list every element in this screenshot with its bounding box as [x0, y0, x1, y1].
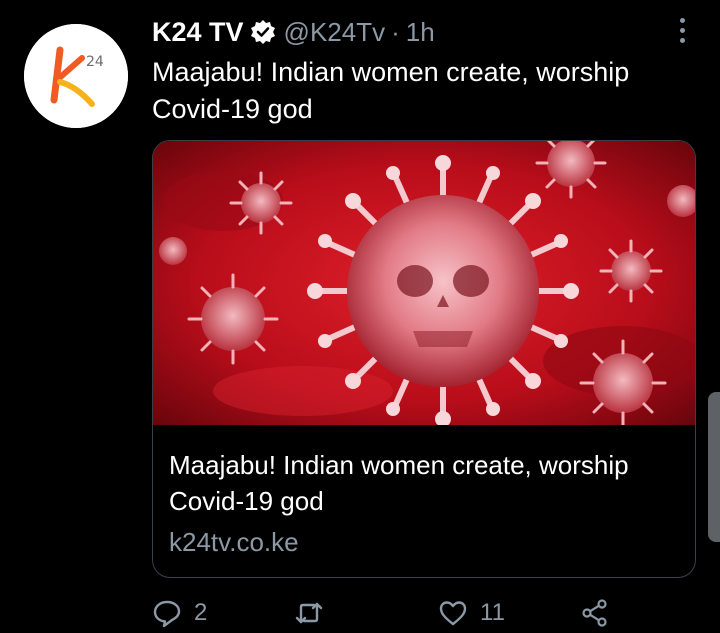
scrollbar-handle[interactable] — [708, 392, 720, 542]
reply-icon — [153, 600, 181, 628]
more-options-icon[interactable] — [678, 18, 686, 46]
share-button[interactable] — [580, 598, 610, 628]
share-icon — [582, 599, 607, 627]
coronavirus-image-icon — [153, 141, 695, 425]
card-image[interactable] — [153, 141, 695, 425]
verified-badge-icon — [250, 19, 276, 45]
like-button[interactable]: 11 — [438, 598, 505, 628]
timestamp[interactable]: 1h — [406, 17, 435, 48]
avatar[interactable]: 24 — [24, 24, 128, 128]
reply-count: 2 — [194, 599, 208, 626]
card-title: Maajabu! Indian women create, worship Co… — [169, 450, 629, 516]
like-count: 11 — [480, 599, 505, 626]
reply-button[interactable]: 2 — [152, 598, 207, 628]
link-card[interactable]: Maajabu! Indian women create, worship Co… — [152, 140, 696, 578]
separator-dot: · — [391, 16, 400, 47]
k24-logo-icon: 24 — [24, 24, 128, 128]
svg-text:24: 24 — [86, 54, 104, 70]
tweet-text: Maajabu! Indian women create, worship Co… — [152, 57, 630, 124]
retweet-icon — [295, 602, 323, 624]
card-domain: k24tv.co.ke — [169, 527, 299, 557]
heart-icon — [439, 601, 467, 626]
user-handle[interactable]: @K24Tv — [284, 17, 386, 48]
display-name[interactable]: K24 TV — [152, 17, 244, 48]
tweet-header: K24 TV @K24Tv · 1h — [152, 14, 660, 50]
tweet-actions: 2 11 — [152, 598, 692, 633]
retweet-button[interactable] — [294, 598, 336, 628]
tweet[interactable]: 24 K24 TV @K24Tv · 1h Maajabu! Indian wo… — [0, 0, 720, 633]
